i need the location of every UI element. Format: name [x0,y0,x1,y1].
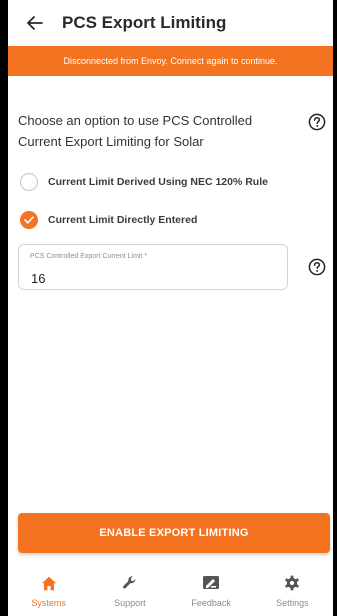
back-arrow-icon [27,16,43,30]
radio-selected-check-icon [20,211,38,229]
gear-icon [282,574,302,592]
feedback-icon [201,574,221,592]
back-button[interactable] [22,10,48,36]
option-direct-entry[interactable]: Current Limit Directly Entered [20,210,197,230]
current-limit-value: 16 [31,271,46,286]
option-label: Current Limit Directly Entered [48,214,198,226]
bottom-tab-bar: Systems Support Feedback Settings [8,564,333,616]
tab-settings[interactable]: Settings [252,564,333,616]
connection-banner: Disconnected from Envoy. Connect again t… [8,46,333,76]
app-screen: PCS Export Limiting Disconnected from En… [8,0,333,616]
tab-feedback[interactable]: Feedback [171,564,252,616]
page-title: PCS Export Limiting [62,13,227,32]
enable-export-limiting-button[interactable]: ENABLE EXPORT LIMITING [18,513,330,553]
help-icon[interactable] [308,258,326,276]
wrench-icon [120,574,140,592]
tab-support[interactable]: Support [89,564,170,616]
home-icon [39,574,59,592]
tab-label: Feedback [191,598,231,608]
question-text: Choose an option to use PCS Controlled C… [18,113,253,149]
tab-systems[interactable]: Systems [8,564,89,616]
tab-label: Settings [276,598,309,608]
radio-unselected-icon [20,173,38,191]
app-bar: PCS Export Limiting [8,0,333,46]
option-nec-rule[interactable]: Current Limit Derived Using NEC 120% Rul… [20,172,268,192]
current-limit-input[interactable]: PCS Controlled Export Current Limit * 16 [18,244,288,290]
current-limit-label: PCS Controlled Export Current Limit * [30,253,148,260]
tab-label: Support [114,598,146,608]
tab-label: Systems [31,598,66,608]
help-icon[interactable] [308,113,326,131]
option-label: Current Limit Derived Using NEC 120% Rul… [48,176,268,188]
